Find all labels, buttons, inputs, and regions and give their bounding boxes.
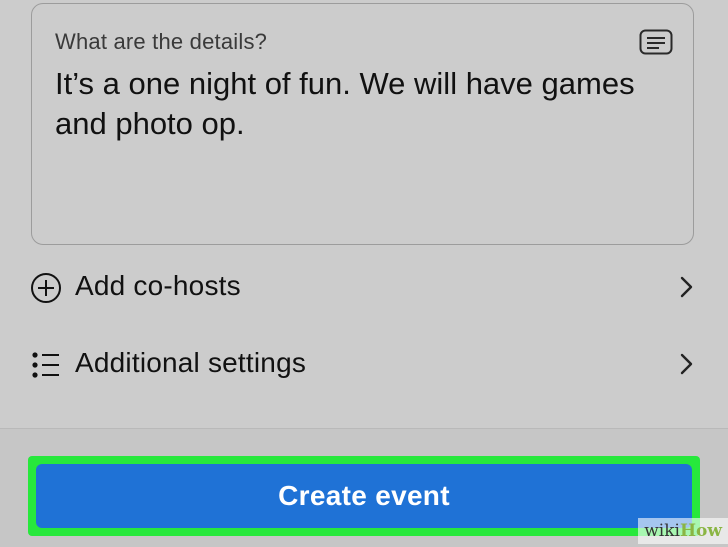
text-lines-icon[interactable] bbox=[639, 29, 673, 55]
create-event-button[interactable]: Create event bbox=[36, 464, 692, 528]
watermark-part-1: wiki bbox=[644, 521, 680, 541]
additional-settings-label: Additional settings bbox=[75, 347, 307, 378]
bulleted-list-icon bbox=[32, 352, 59, 378]
chevron-right-icon bbox=[680, 353, 693, 375]
plus-circle-icon bbox=[31, 273, 61, 303]
watermark-part-2: How bbox=[679, 521, 722, 541]
add-co-hosts-row[interactable]: Add co-hosts bbox=[30, 262, 700, 312]
add-co-hosts-label: Add co-hosts bbox=[75, 270, 241, 301]
additional-settings-row[interactable]: Additional settings bbox=[30, 339, 700, 389]
details-textarea[interactable]: What are the details? It’s a one night o… bbox=[31, 3, 694, 245]
details-text[interactable]: It’s a one night of fun. We will have ga… bbox=[55, 64, 655, 144]
details-label: What are the details? bbox=[55, 29, 268, 54]
wikihow-watermark: wikiHow bbox=[638, 518, 728, 544]
chevron-right-icon bbox=[680, 276, 693, 298]
